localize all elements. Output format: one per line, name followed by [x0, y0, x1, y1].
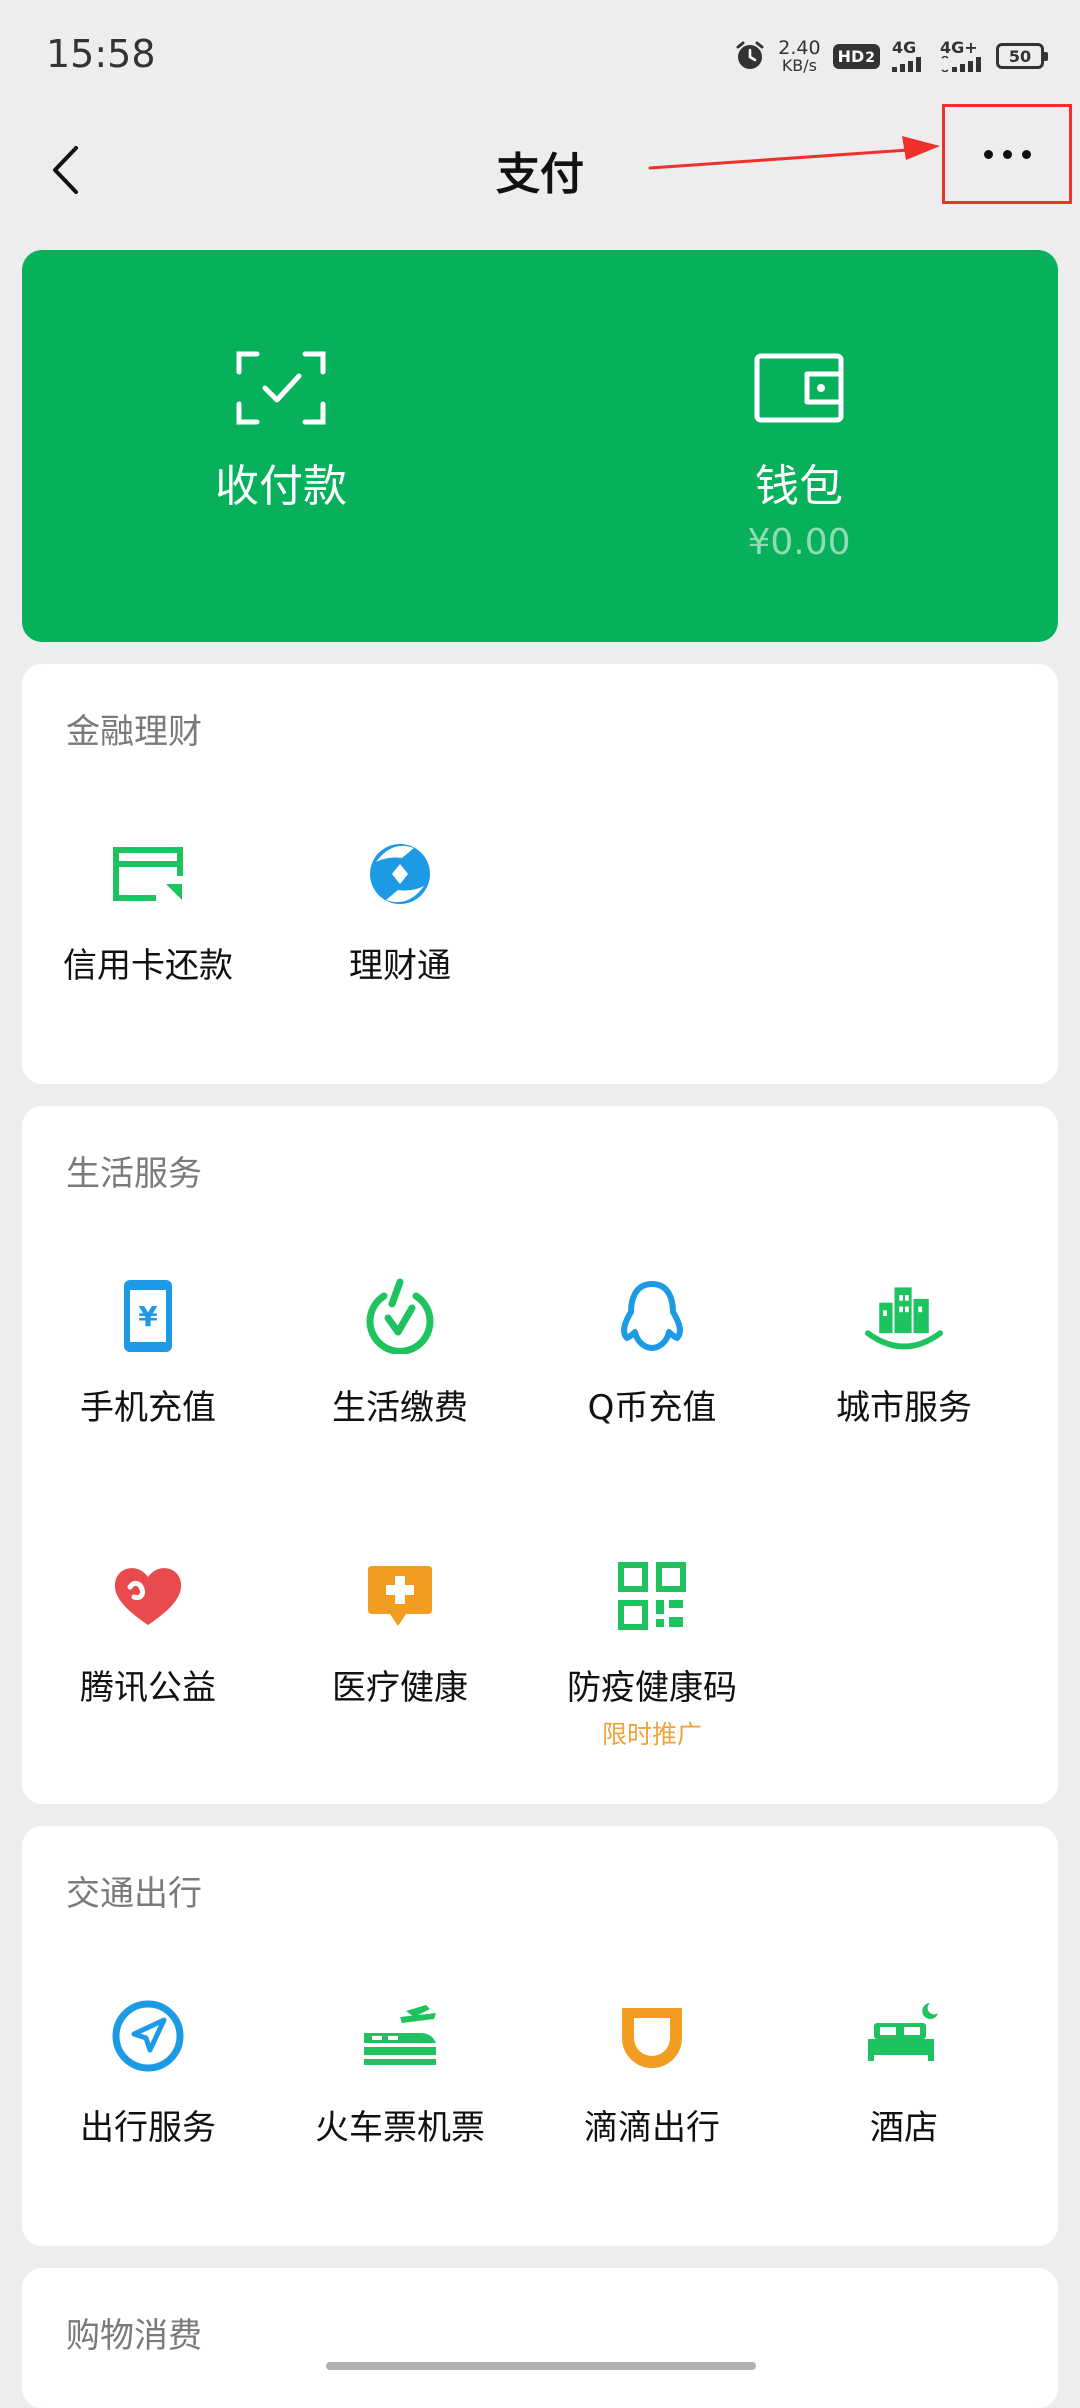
pay-receive-label: 收付款 [215, 461, 347, 512]
signal-bars-icon [892, 57, 921, 72]
hero-card: 收付款 钱包 ¥0.00 [22, 250, 1058, 642]
tile-qcoin-topup[interactable]: Q币充值 [526, 1276, 778, 1556]
tile-label: 信用卡还款 [63, 946, 233, 986]
signal-sim1-label: 4G [892, 38, 917, 57]
section-title: 金融理财 [66, 712, 202, 752]
hd-voice-icon: HD 2 [832, 43, 880, 69]
credit-card-icon [108, 834, 188, 914]
hd-sub: 2 [865, 49, 875, 66]
tile-wealth-management[interactable]: 理财通 [274, 834, 526, 1114]
tile-label: 腾讯公益 [80, 1668, 216, 1708]
network-speed-value: 2.40 [778, 36, 821, 59]
section-life-services: 生活服务 ¥ 手机充值 生活缴费 Q币充值 城市服务 腾讯公益 医疗健康 防疫健… [22, 1106, 1058, 1804]
tile-medical-health[interactable]: 医疗健康 [274, 1556, 526, 1836]
navigation-arrow-icon [108, 1996, 188, 2076]
tile-tencent-charity[interactable]: 腾讯公益 [22, 1556, 274, 1836]
section-transport: 交通出行 出行服务 火车票机票 滴滴出行 酒店 [22, 1826, 1058, 2246]
tile-label: 出行服务 [80, 2108, 216, 2148]
svg-text:¥: ¥ [138, 1300, 158, 1333]
tile-label: 医疗健康 [332, 1668, 468, 1708]
transport-grid: 出行服务 火车票机票 滴滴出行 酒店 [22, 1996, 1058, 2276]
wallet-balance: ¥0.00 [747, 522, 851, 563]
wallet-label: 钱包 [755, 461, 843, 512]
signal-sim2: 4G+ [940, 40, 984, 72]
signal-sim1: 4G [892, 40, 928, 72]
tile-label: 理财通 [349, 946, 451, 986]
section-title: 生活服务 [66, 1154, 202, 1194]
didi-logo-icon [612, 1996, 692, 2076]
tile-label: 酒店 [870, 2108, 938, 2148]
status-icons: 2.40 KB/s HD 2 4G 4G+ 50 [734, 34, 1048, 78]
home-indicator[interactable] [326, 2362, 756, 2370]
pay-receive-button[interactable]: 收付款 [22, 250, 540, 642]
network-speed: 2.40 KB/s [778, 36, 821, 75]
life-services-grid: ¥ 手机充值 生活缴费 Q币充值 城市服务 腾讯公益 医疗健康 防疫健康码 限时… [22, 1276, 1058, 1836]
section-title: 交通出行 [66, 1874, 202, 1914]
hd-label: HD [837, 46, 865, 66]
tile-label: 滴滴出行 [584, 2108, 720, 2148]
battery-icon: 50 [996, 43, 1048, 69]
tile-label: 城市服务 [836, 1388, 972, 1428]
tile-didi-ride[interactable]: 滴滴出行 [526, 1996, 778, 2276]
tile-label: Q币充值 [587, 1388, 717, 1428]
status-time: 15:58 [46, 32, 156, 76]
phone-yuan-icon: ¥ [108, 1276, 188, 1356]
licaitong-icon [360, 834, 440, 914]
city-buildings-icon [864, 1276, 944, 1356]
alarm-clock-icon [734, 40, 766, 72]
tile-utility-bills[interactable]: 生活缴费 [274, 1276, 526, 1556]
wallet-icon [754, 353, 844, 423]
tile-credit-card-repayment[interactable]: 信用卡还款 [22, 834, 274, 1114]
battery-level: 50 [1008, 46, 1032, 66]
medical-cross-icon [360, 1556, 440, 1636]
tile-mobile-topup[interactable]: ¥ 手机充值 [22, 1276, 274, 1556]
bed-moon-icon [864, 1996, 944, 2076]
section-shopping: 购物消费 [22, 2268, 1058, 2408]
signal-sim2-label: 4G+ [940, 38, 978, 57]
tile-travel-services[interactable]: 出行服务 [22, 1996, 274, 2276]
lightning-check-icon [360, 1276, 440, 1356]
promo-badge: 限时推广 [601, 1720, 702, 1749]
tile-train-flight-tickets[interactable]: 火车票机票 [274, 1996, 526, 2276]
charity-heart-icon [108, 1556, 188, 1636]
section-finance: 金融理财 信用卡还款 理财通 [22, 664, 1058, 1084]
scan-check-icon [236, 351, 326, 425]
annotation-arrow [648, 136, 940, 170]
tile-label: 生活缴费 [332, 1388, 468, 1428]
section-title: 购物消费 [66, 2316, 202, 2356]
wallet-button[interactable]: 钱包 ¥0.00 [540, 250, 1058, 642]
network-speed-unit: KB/s [781, 55, 818, 75]
tile-label: 手机充值 [80, 1388, 216, 1428]
status-bar: 15:58 2.40 KB/s HD 2 4G 4G+ 50 [0, 0, 1080, 110]
more-options-button[interactable] [942, 104, 1072, 204]
finance-grid: 信用卡还款 理财通 [22, 834, 1058, 1114]
tile-label: 火车票机票 [315, 2108, 485, 2148]
signal-bars-icon [941, 56, 981, 72]
tile-health-code[interactable]: 防疫健康码 限时推广 [526, 1556, 778, 1836]
qq-penguin-icon [612, 1276, 692, 1356]
train-plane-icon [360, 1996, 440, 2076]
tile-label: 防疫健康码 [567, 1668, 737, 1708]
more-dots-icon [983, 149, 1031, 159]
qr-code-icon [612, 1556, 692, 1636]
tile-hotel[interactable]: 酒店 [778, 1996, 1030, 2276]
tile-city-services[interactable]: 城市服务 [778, 1276, 1030, 1556]
